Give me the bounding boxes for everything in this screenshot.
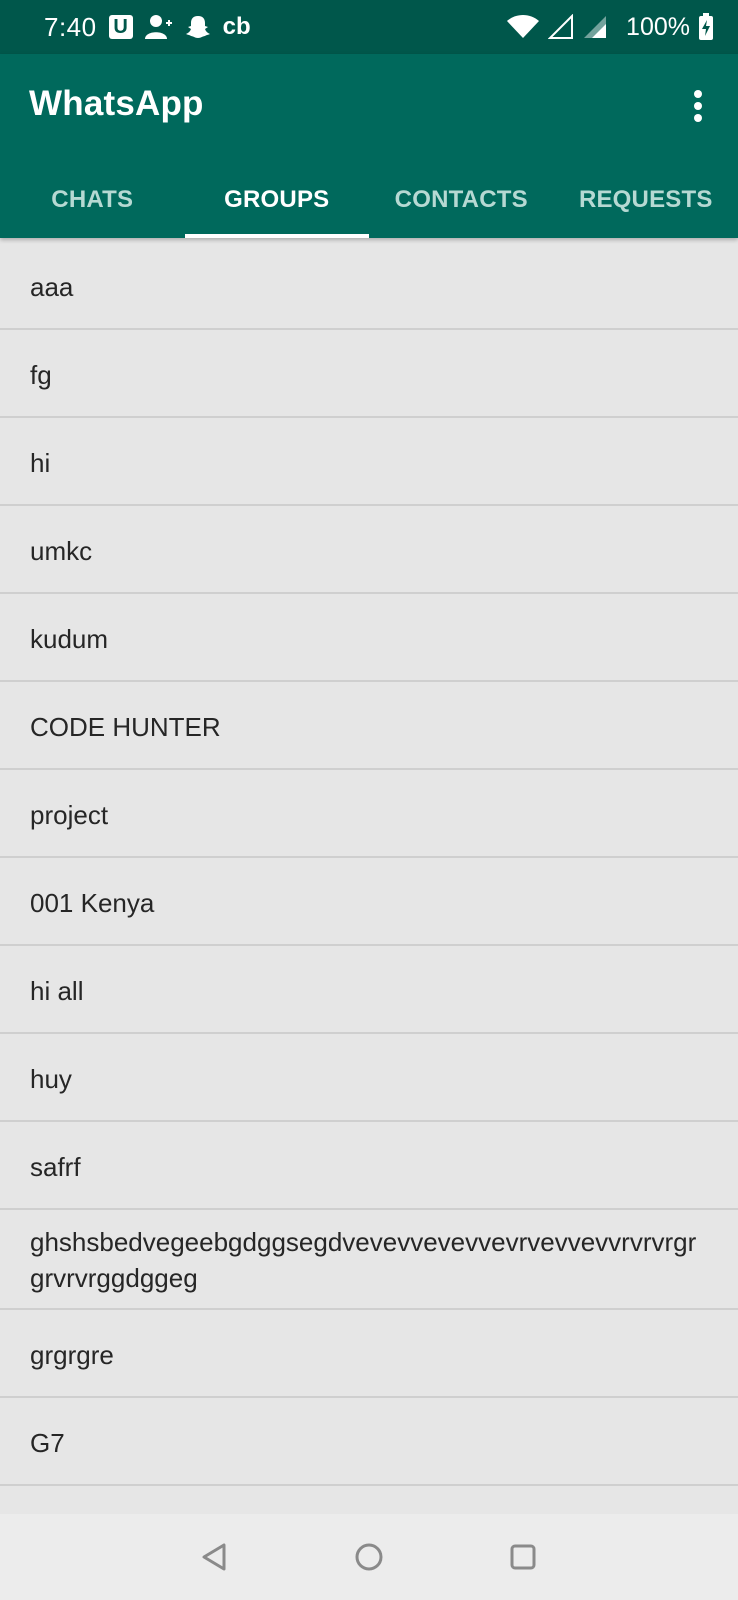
app-bar: WhatsApp CHATS GROUPS CONTACTS REQUESTS — [0, 54, 738, 238]
tab-chats-label: CHATS — [51, 186, 134, 213]
signal-empty-icon — [548, 13, 574, 41]
navigation-bar — [0, 1514, 738, 1600]
group-name: CODE HUNTER — [30, 712, 221, 742]
snapchat-icon — [185, 13, 211, 41]
group-name: hi — [30, 448, 51, 478]
group-name: grgrgre — [30, 1340, 114, 1370]
signal-icon — [582, 13, 608, 41]
add-person-icon — [144, 13, 173, 41]
list-item[interactable]: project — [0, 770, 738, 858]
status-right: 100% — [506, 13, 714, 42]
wifi-icon — [506, 13, 540, 41]
list-item[interactable]: hi all — [0, 946, 738, 1034]
group-name: project — [30, 800, 109, 830]
home-button[interactable] — [347, 1535, 391, 1579]
tab-groups-label: GROUPS — [224, 186, 330, 213]
home-icon — [355, 1543, 383, 1571]
tab-requests-label: REQUESTS — [578, 186, 713, 213]
list-item[interactable]: ghshsbedvegeebgdggsegdvevevvevevvevrvevv… — [0, 1210, 738, 1310]
tab-requests[interactable]: REQUESTS — [554, 162, 738, 238]
status-time: 7:40 — [44, 11, 97, 42]
more-options-button[interactable] — [678, 84, 718, 128]
group-name: ghshsbedvegeebgdggsegdvevevvevevvevrvevv… — [30, 1227, 697, 1293]
tab-groups[interactable]: GROUPS — [184, 162, 369, 238]
u-badge-icon: U — [108, 13, 133, 41]
more-vert-icon — [694, 90, 702, 122]
back-icon — [202, 1543, 226, 1571]
cb-icon: cb — [222, 13, 251, 40]
tab-bar: CHATS GROUPS CONTACTS REQUESTS — [0, 162, 738, 238]
back-button[interactable] — [193, 1535, 237, 1579]
u-badge-label: U — [108, 15, 133, 39]
group-name: umkc — [30, 536, 93, 566]
tab-contacts-label: CONTACTS — [394, 186, 528, 213]
list-item[interactable]: 001 Kenya — [0, 858, 738, 946]
battery-charging-icon — [698, 13, 714, 41]
group-name: fg — [30, 360, 52, 390]
app-title: WhatsApp — [29, 84, 204, 123]
status-bar: 7:40 U cb 100% — [0, 0, 738, 54]
group-name: safrf — [30, 1152, 81, 1182]
list-item[interactable]: hi — [0, 418, 738, 506]
recents-icon — [510, 1544, 536, 1570]
tab-chats[interactable]: CHATS — [0, 162, 185, 238]
group-name: kudum — [30, 624, 109, 654]
tab-contacts[interactable]: CONTACTS — [369, 162, 554, 238]
list-item[interactable]: umkc — [0, 506, 738, 594]
group-name: hi all — [30, 976, 84, 1006]
list-item[interactable]: G7 — [0, 1398, 738, 1486]
list-item[interactable]: aaa — [0, 242, 738, 330]
list-item[interactable]: kudum — [0, 594, 738, 682]
group-name: huy — [30, 1064, 72, 1094]
group-name: aaa — [30, 272, 74, 302]
list-item[interactable]: safrf — [0, 1122, 738, 1210]
recents-button[interactable] — [501, 1535, 545, 1579]
list-item[interactable]: grgrgre — [0, 1310, 738, 1398]
active-tab-indicator — [184, 234, 369, 238]
list-item[interactable]: huy — [0, 1034, 738, 1122]
status-left: 7:40 U cb — [44, 12, 251, 43]
group-list[interactable]: aaa fg hi umkc kudum CODE HUNTER project… — [0, 242, 738, 1518]
list-item[interactable]: CODE HUNTER — [0, 682, 738, 770]
list-item[interactable]: fg — [0, 330, 738, 418]
battery-percentage: 100% — [626, 12, 690, 41]
group-name: 001 Kenya — [30, 888, 155, 918]
group-name: G7 — [30, 1428, 65, 1458]
